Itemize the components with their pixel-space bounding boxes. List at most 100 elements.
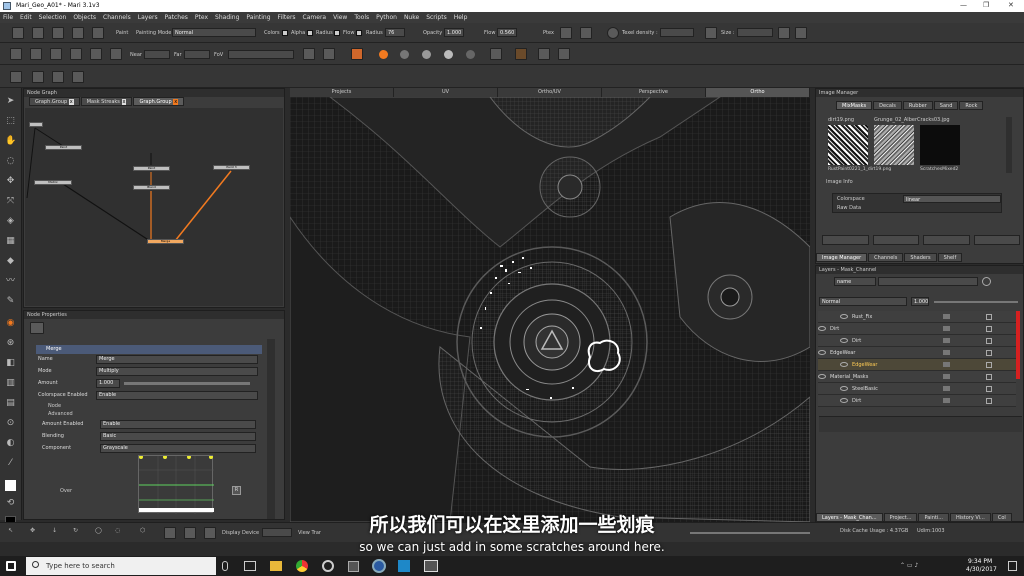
- layers-blend-mode[interactable]: Normal: [819, 297, 907, 306]
- transform-icon[interactable]: ⤧: [5, 196, 16, 207]
- viewport-tab-ortho[interactable]: Ortho: [706, 88, 810, 97]
- lock-icon[interactable]: [986, 398, 992, 404]
- image-thumb-rustpaint[interactable]: [828, 125, 868, 165]
- image-action-new[interactable]: [822, 235, 869, 245]
- colorspace-value[interactable]: linear: [903, 195, 1001, 203]
- eyedropper-icon[interactable]: ⁄: [5, 458, 16, 469]
- image-thumb-scratches[interactable]: [920, 125, 960, 165]
- view-icon-3[interactable]: [50, 48, 62, 60]
- tab-rock[interactable]: Rock: [959, 101, 984, 110]
- menu-scripts[interactable]: Scripts: [426, 14, 447, 21]
- node-merge[interactable]: Merge: [147, 239, 184, 244]
- fov-field[interactable]: [228, 50, 294, 59]
- gradient-icon[interactable]: ▤: [5, 398, 16, 409]
- tab-channels[interactable]: Channels: [868, 253, 904, 262]
- node-paint-3[interactable]: Paint 3: [213, 165, 250, 170]
- task-view-icon[interactable]: [244, 561, 256, 571]
- properties-scrollbar[interactable]: [267, 339, 275, 519]
- lock-icon[interactable]: [986, 326, 992, 332]
- paint-buffer-icon[interactable]: [351, 48, 363, 60]
- view-icon-5[interactable]: [90, 48, 102, 60]
- view-icon-4[interactable]: [70, 48, 82, 60]
- tab-graph-group-1[interactable]: Graph.Group x: [29, 97, 80, 106]
- menu-objects[interactable]: Objects: [73, 14, 96, 21]
- lock-icon[interactable]: [986, 314, 992, 320]
- tool-icon-4[interactable]: [72, 71, 84, 83]
- eraser-icon[interactable]: ◧: [5, 358, 16, 369]
- opacity-field[interactable]: 1.000: [444, 28, 464, 37]
- menu-filters[interactable]: Filters: [278, 14, 296, 21]
- shape-icon[interactable]: ◐: [5, 438, 16, 449]
- menu-painting[interactable]: Painting: [246, 14, 270, 21]
- image-action-open[interactable]: [872, 235, 919, 245]
- radius-field[interactable]: 76: [385, 28, 405, 37]
- grid-icon[interactable]: ▦: [5, 236, 16, 247]
- node-paint-2[interactable]: Paint: [133, 166, 170, 171]
- app-icon-circle[interactable]: [322, 560, 334, 572]
- paint-bucket-icon[interactable]: ◈: [5, 216, 16, 227]
- layers-filter-field[interactable]: [878, 277, 978, 286]
- menu-view[interactable]: View: [333, 14, 347, 21]
- visibility-eye-icon[interactable]: [840, 314, 848, 319]
- maximize-button[interactable]: ❐: [983, 1, 989, 9]
- layer-row[interactable]: SteelBasic: [818, 383, 1016, 395]
- menu-patches[interactable]: Patches: [165, 14, 188, 21]
- texel-icon[interactable]: [705, 27, 717, 39]
- tab-mask-streaks[interactable]: Mask Streaks x: [80, 97, 133, 106]
- layers-clear-icon[interactable]: [982, 277, 991, 286]
- layer-row[interactable]: Rust_Fix: [818, 311, 1016, 323]
- visibility-eye-icon[interactable]: [840, 338, 848, 343]
- size-field[interactable]: [737, 28, 773, 37]
- app-icon-blue[interactable]: [398, 560, 410, 572]
- prop-amount-slider[interactable]: [124, 382, 250, 385]
- layer-row[interactable]: Dirt: [818, 395, 1016, 407]
- tab-rubber[interactable]: Rubber: [902, 101, 933, 110]
- tab-image-manager[interactable]: Image Manager: [816, 253, 868, 262]
- flow-checkbox[interactable]: [356, 30, 362, 36]
- taskbar-search-box[interactable]: Type here to search: [26, 557, 216, 575]
- view-icon-2[interactable]: [30, 48, 42, 60]
- viewport-tab-uv[interactable]: UV: [394, 88, 498, 97]
- near-field[interactable]: [144, 50, 170, 59]
- prop-amount-field[interactable]: 1.000: [96, 379, 120, 388]
- open-icon[interactable]: [52, 27, 64, 39]
- visibility-eye-icon[interactable]: [840, 362, 848, 367]
- sphere-gray-icon-1[interactable]: [400, 50, 409, 59]
- layer-row[interactable]: Dirt: [818, 323, 1016, 335]
- drop-icon[interactable]: ◆: [5, 256, 16, 267]
- blur-icon[interactable]: ▥: [5, 378, 16, 389]
- visibility-eye-icon[interactable]: [818, 326, 826, 331]
- ortho-viewport[interactable]: [290, 97, 810, 522]
- menu-tools[interactable]: Tools: [354, 14, 369, 21]
- texel-density-field[interactable]: [660, 28, 694, 37]
- image-action-delete[interactable]: [973, 235, 1020, 245]
- layers-opacity-slider[interactable]: [934, 301, 1018, 303]
- system-tray-icons[interactable]: ⌃ ▭ ♪: [900, 562, 950, 570]
- prop-component-select[interactable]: Grayscale: [100, 444, 256, 453]
- node-graph-canvas[interactable]: Paint Matrix Paint Blend Paint 3 Merge: [25, 108, 283, 306]
- node-paint-1[interactable]: Paint: [45, 145, 82, 150]
- sphere-orange-icon[interactable]: [379, 50, 388, 59]
- painting-mode-select[interactable]: Normal: [172, 28, 256, 37]
- layer-row[interactable]: EdgeWear: [818, 359, 1016, 371]
- prop-blending-select[interactable]: Basic: [100, 432, 256, 441]
- view-toggle-icon-2[interactable]: [538, 48, 550, 60]
- flow-field[interactable]: 0.560: [497, 28, 517, 37]
- view-toggle-icon-3[interactable]: [558, 48, 570, 60]
- move-icon[interactable]: ✥: [5, 176, 16, 187]
- select-region-icon[interactable]: ⬚: [5, 116, 16, 127]
- tab-graph-group-2[interactable]: Graph.Group x: [133, 97, 185, 106]
- ptex-grid-icon[interactable]: [560, 27, 572, 39]
- tab-decals[interactable]: Decals: [873, 101, 902, 110]
- chrome-icon[interactable]: [296, 560, 308, 572]
- prop-colorspace-select[interactable]: Enable: [96, 391, 258, 400]
- shading-icon-2[interactable]: [323, 48, 335, 60]
- view-icon-6[interactable]: [110, 48, 122, 60]
- sphere-gray-icon-3[interactable]: [444, 50, 453, 59]
- menu-layers[interactable]: Layers: [138, 14, 158, 21]
- menu-channels[interactable]: Channels: [103, 14, 131, 21]
- new-project-icon[interactable]: [12, 27, 24, 39]
- prop-name-field[interactable]: Merge: [96, 355, 258, 364]
- viewport-tab-perspective[interactable]: Perspective: [602, 88, 706, 97]
- layer-row[interactable]: Dirt: [818, 335, 1016, 347]
